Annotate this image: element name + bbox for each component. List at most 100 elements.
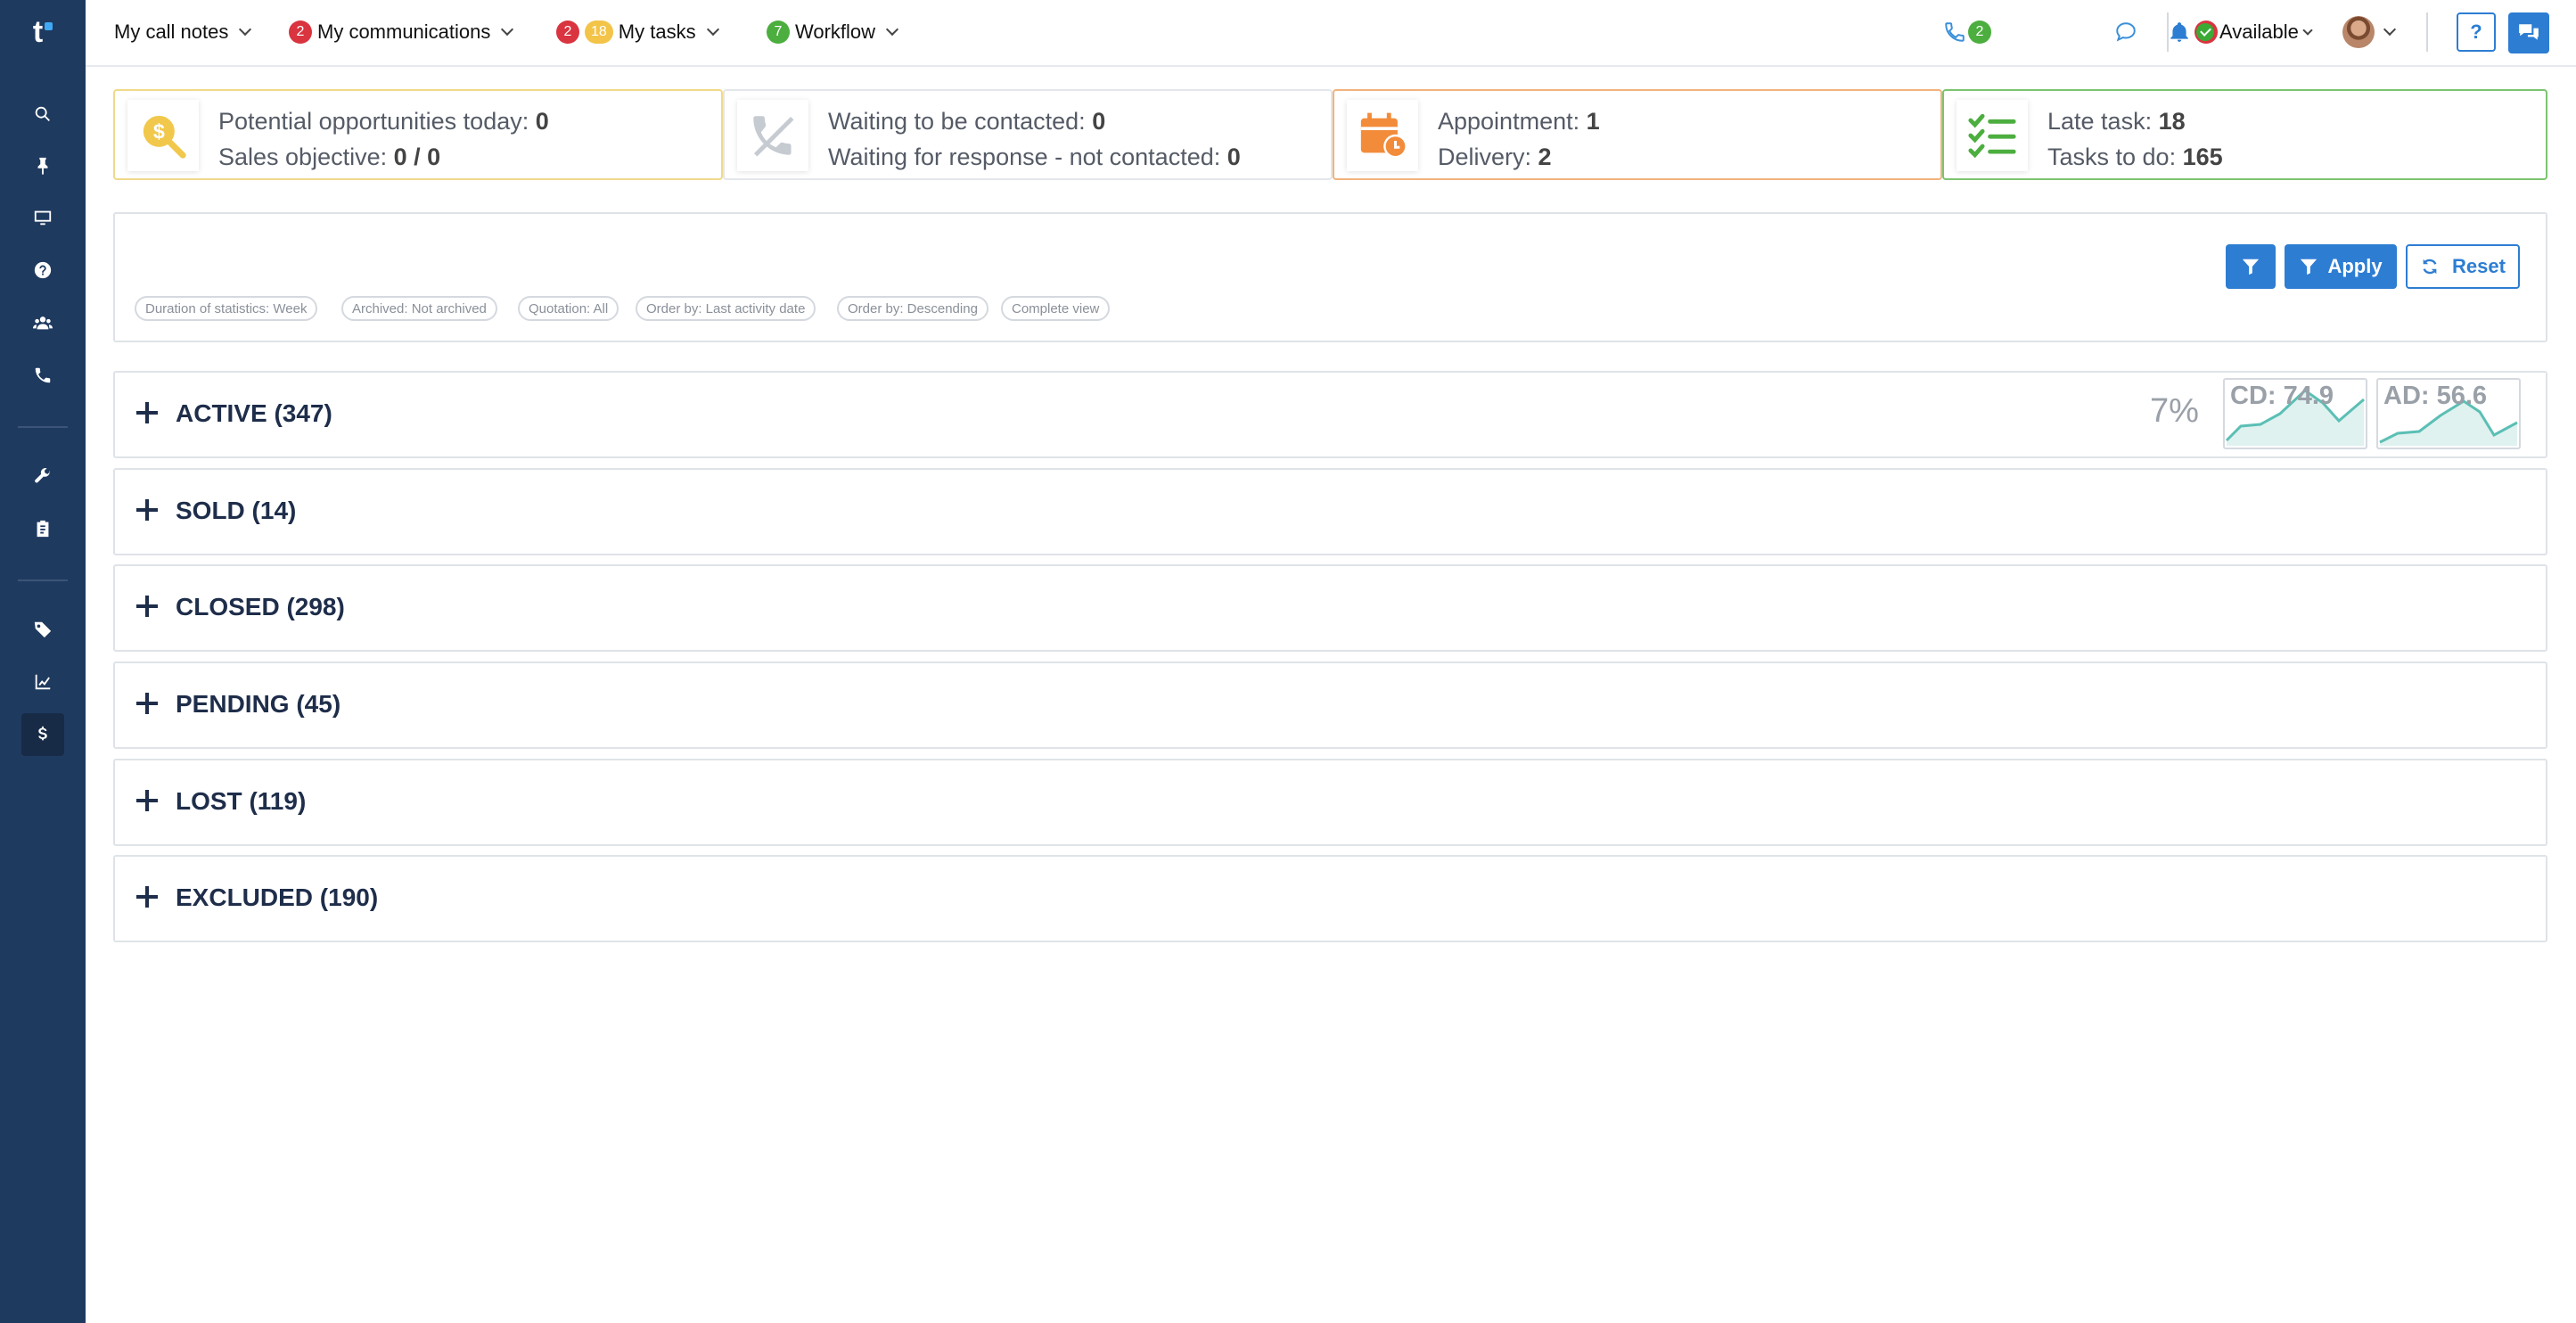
top-bar: My call notes 2 My communications 2 18 M…: [86, 0, 2576, 67]
filter-panel: Apply Reset Duration of statistics: Week…: [113, 212, 2547, 342]
section-title: ACTIVE (347): [176, 399, 332, 427]
section-pending[interactable]: PENDING (45): [113, 662, 2547, 749]
nav-label: My call notes: [114, 21, 229, 43]
plus-icon: [136, 499, 158, 521]
divider: [2167, 12, 2169, 52]
filter-chip[interactable]: Order by: Descending: [837, 296, 989, 321]
nav-my-communications[interactable]: 2 My communications: [289, 18, 514, 46]
dollar-icon[interactable]: [21, 713, 64, 756]
chevron-down-icon: [2383, 22, 2397, 37]
pin-icon[interactable]: [21, 144, 64, 187]
stat-label: Tasks to do:: [2047, 144, 2177, 170]
apply-button[interactable]: Apply: [2285, 244, 2397, 289]
chevron-down-icon: [2302, 25, 2313, 36]
filter-chip[interactable]: Quotation: All: [518, 296, 619, 321]
filter-chip[interactable]: Order by: Last activity date: [636, 296, 816, 321]
chevron-down-icon: [706, 22, 719, 37]
stat-label: Sales objective:: [218, 144, 388, 170]
unread-badge: 2: [289, 21, 312, 44]
clipboard-icon[interactable]: [21, 507, 64, 550]
status-label: Available: [2219, 21, 2299, 43]
dollar-search-icon: $: [127, 100, 199, 171]
stat-label: Waiting to be contacted:: [828, 108, 1086, 135]
task-list-icon: [1957, 100, 2028, 171]
status-check-icon: [2196, 23, 2214, 41]
stat-value: 0: [1226, 144, 1241, 170]
sidebar-divider: [18, 426, 68, 428]
help-button[interactable]: ?: [2457, 12, 2496, 52]
cd-label: CD: 74.9: [2230, 382, 2334, 410]
availability-dropdown[interactable]: Available: [2196, 16, 2313, 48]
nav-workflow[interactable]: 7 Workflow: [767, 18, 899, 46]
plus-icon: [136, 886, 158, 908]
phone-icon[interactable]: [21, 354, 64, 397]
calls-badge: 2: [1968, 21, 1991, 44]
stat-label: Late task:: [2047, 108, 2153, 135]
cd-sparkline: CD: 74.9: [2223, 378, 2367, 449]
wrench-icon[interactable]: [21, 455, 64, 497]
section-lost[interactable]: LOST (119): [113, 759, 2547, 846]
stat-value: 165: [2182, 144, 2223, 170]
section-title: PENDING (45): [176, 690, 341, 718]
stat-value: 0 / 0: [393, 144, 441, 170]
user-menu[interactable]: [2342, 16, 2397, 48]
reset-button[interactable]: Reset: [2406, 244, 2520, 289]
search-icon[interactable]: [21, 93, 64, 136]
filter-icon: [2242, 259, 2260, 275]
section-title: CLOSED (298): [176, 593, 345, 620]
plus-icon: [136, 402, 158, 423]
svg-text:$: $: [153, 120, 165, 144]
active-percent: 7%: [2150, 392, 2199, 430]
filter-icon: [2301, 259, 2318, 275]
filter-chip[interactable]: Duration of statistics: Week: [135, 296, 318, 321]
tag-icon[interactable]: [21, 608, 64, 651]
stat-card-appointments: Appointment: 1 Delivery: 2: [1333, 89, 1942, 180]
section-sold[interactable]: SOLD (14): [113, 468, 2547, 555]
section-excluded[interactable]: EXCLUDED (190): [113, 855, 2547, 942]
chevron-down-icon: [501, 22, 514, 37]
messenger-button[interactable]: [2508, 12, 2549, 53]
late-tasks-badge: 2: [556, 21, 579, 44]
nav-my-call-notes[interactable]: My call notes: [114, 18, 252, 46]
stat-value: 18: [2158, 108, 2186, 135]
apply-label: Apply: [2327, 255, 2383, 277]
nav-label: My tasks: [618, 21, 696, 43]
stat-value: 2: [1538, 144, 1552, 170]
stat-label: Appointment:: [1438, 108, 1580, 135]
phone-icon: [1945, 22, 1965, 42]
filter-toggle-button[interactable]: [2226, 244, 2276, 289]
users-icon[interactable]: [21, 301, 64, 344]
nav-label: My communications: [317, 21, 491, 43]
chevron-down-icon: [885, 22, 899, 37]
stat-card-tasks: Late task: 18 Tasks to do: 165: [1942, 89, 2547, 180]
avatar: [2342, 16, 2375, 48]
reset-label: Reset: [2452, 255, 2506, 277]
stat-label: Delivery:: [1438, 144, 1532, 170]
section-title: LOST (119): [176, 787, 307, 815]
filter-chip[interactable]: Archived: Not archived: [341, 296, 497, 321]
monitor-icon[interactable]: [21, 196, 64, 239]
chevron-down-icon: [239, 22, 252, 37]
stat-card-waiting: Waiting to be contacted: 0 Waiting for r…: [723, 89, 1333, 180]
app-logo[interactable]: t: [0, 0, 86, 64]
plus-icon: [136, 693, 158, 714]
nav-my-tasks[interactable]: 2 18 My tasks: [556, 18, 719, 46]
workflow-badge: 7: [767, 21, 790, 44]
chart-line-icon[interactable]: [21, 661, 64, 703]
sidebar-divider: [18, 579, 68, 581]
nav-label: Workflow: [795, 21, 876, 43]
plus-icon: [136, 790, 158, 811]
calendar-clock-icon: [1347, 100, 1418, 171]
divider: [2426, 12, 2428, 52]
phone-calls-button[interactable]: 2: [1943, 16, 1997, 48]
logo-text: t: [32, 14, 44, 49]
ad-sparkline: AD: 56.6: [2376, 378, 2521, 449]
section-title: EXCLUDED (190): [176, 883, 379, 911]
ad-label: AD: 56.6: [2383, 382, 2488, 410]
stat-value: 0: [535, 108, 549, 135]
plus-icon: [136, 596, 158, 617]
help-circle-icon[interactable]: [21, 249, 64, 292]
section-closed[interactable]: CLOSED (298): [113, 564, 2547, 652]
filter-chip[interactable]: Complete view: [1001, 296, 1111, 321]
chat-button[interactable]: [2114, 16, 2137, 48]
